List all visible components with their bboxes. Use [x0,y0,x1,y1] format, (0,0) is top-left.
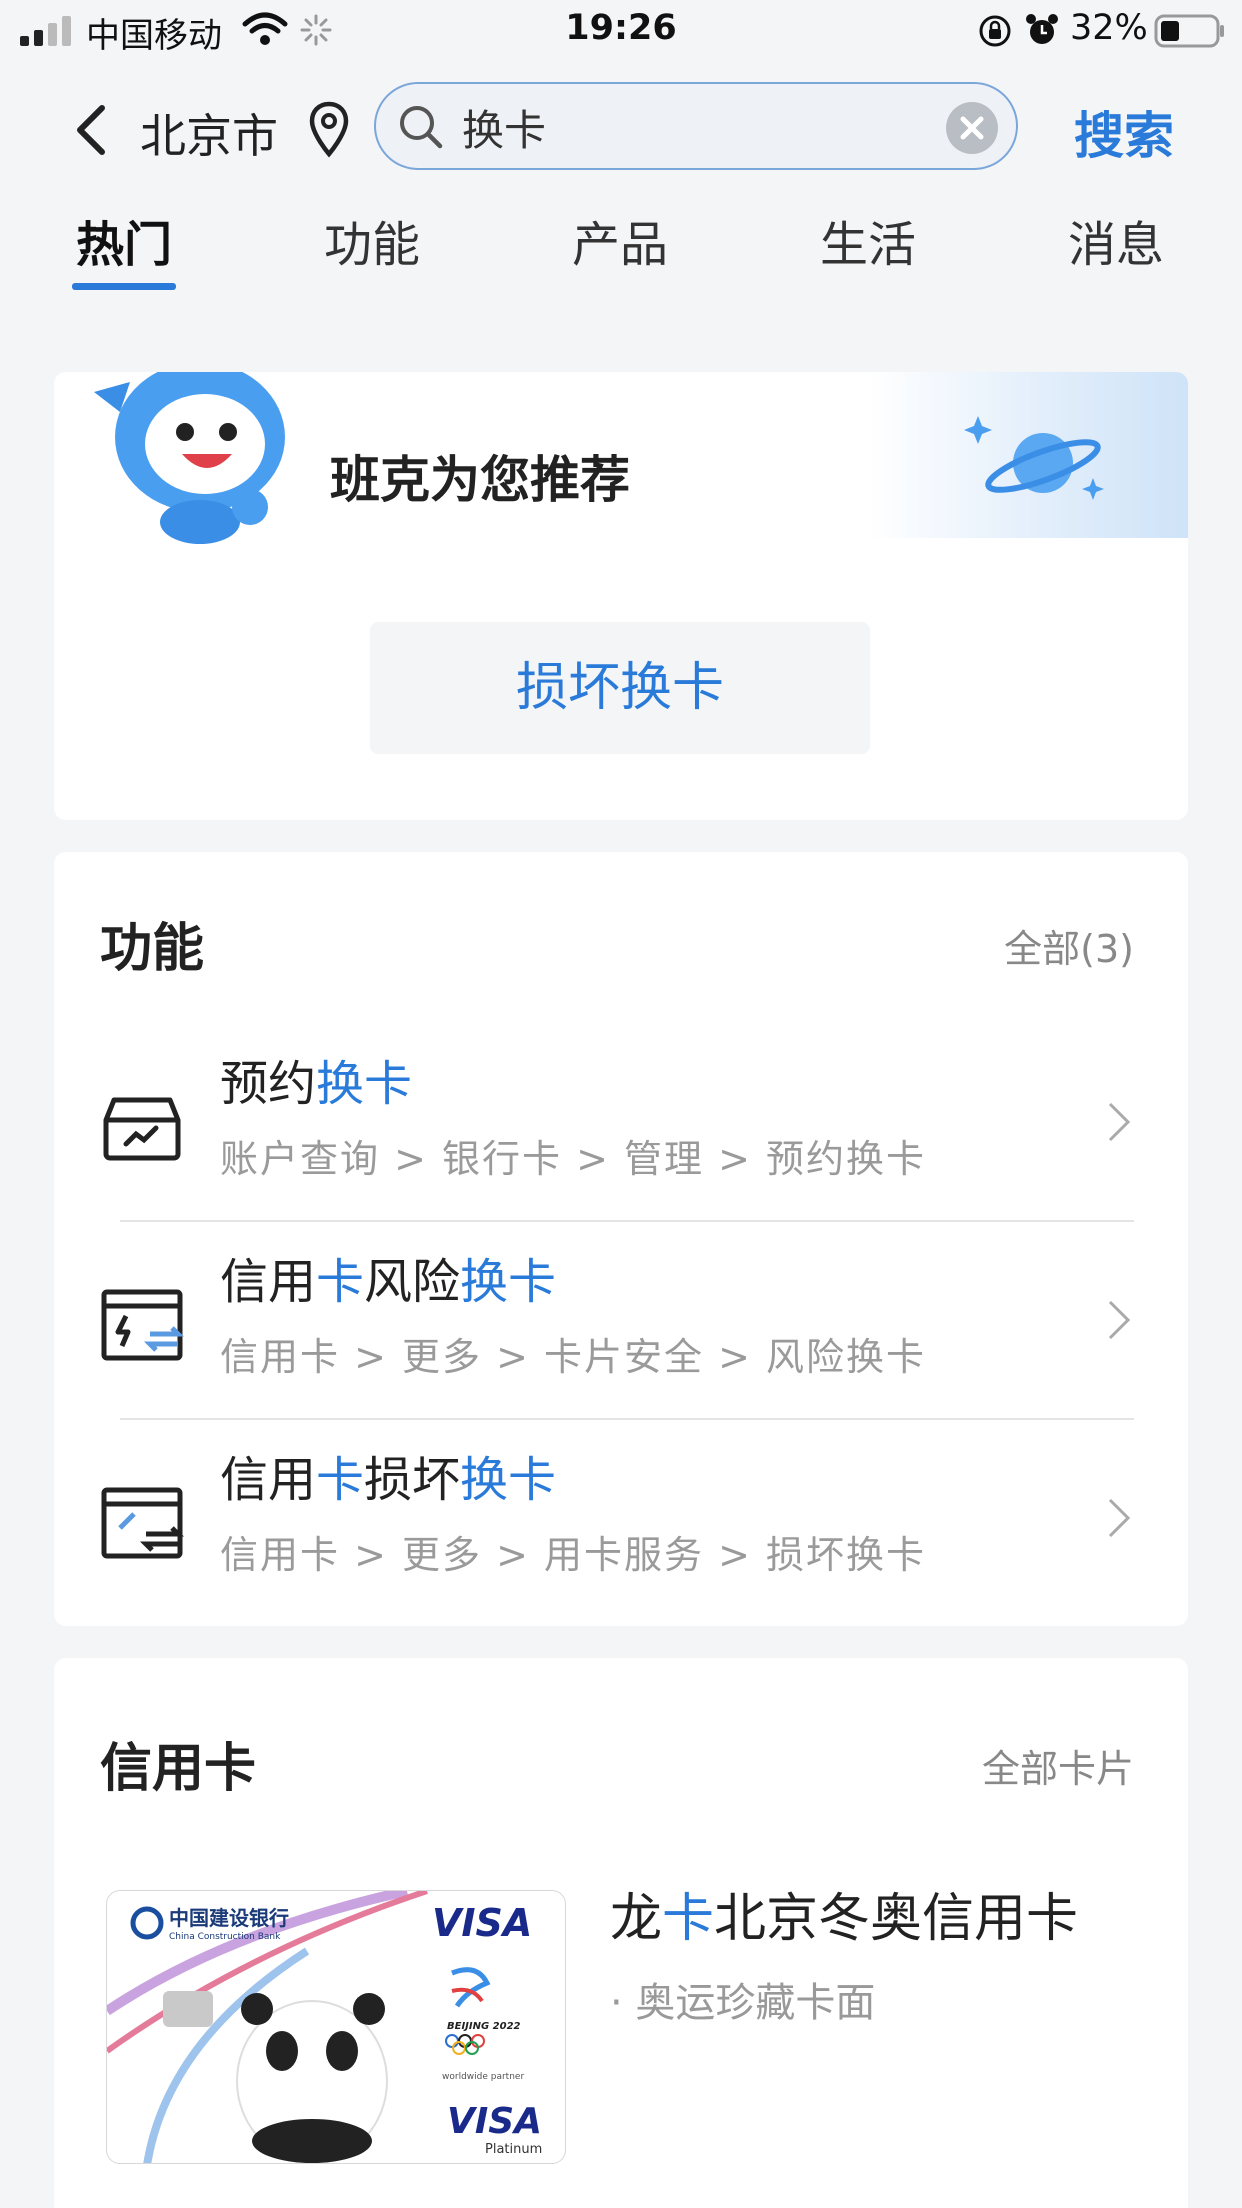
search-button[interactable]: 搜索 [1074,96,1174,168]
search-input[interactable] [462,96,902,158]
credit-card-artwork: 中国建设银行 China Construction Bank VISA BEIJ… [107,1891,542,2163]
close-icon [960,116,984,140]
function-item[interactable]: 信用卡损坏换卡 信用卡 > 更多 > 用卡服务 > 损坏换卡 [54,1420,1188,1618]
planet-icon [964,416,1104,500]
tab-hot[interactable]: 热门 [54,205,194,275]
event-label: BEIJING 2022 [447,2021,521,2032]
function-more-link[interactable]: 全部(3) [1004,918,1134,973]
alarm-icon [1026,14,1058,44]
bank-name-en: China Construction Bank [169,1932,281,1942]
function-item-title: 信用卡风险换卡 [220,1254,557,1310]
credit-more-link[interactable]: 全部卡片 [982,1738,1134,1793]
function-item[interactable]: 预约换卡 账户查询 > 银行卡 > 管理 > 预约换卡 [54,1024,1188,1222]
category-tabs: 热门 功能 产品 生活 消息 [0,205,1242,295]
bank-name-cn: 中国建设银行 [169,1906,289,1930]
status-bar: 中国移动 19:26 32% [0,0,1242,62]
tab-message[interactable]: 消息 [1046,205,1186,275]
function-card: 功能 全部(3) 预约换卡 账户查询 > 银行卡 > 管理 > 预约换卡 信用卡… [54,852,1188,1626]
credit-card-section: 信用卡 全部卡片 中国建设银行 China Construction Bank … [54,1658,1188,2208]
credit-card-image[interactable]: 中国建设银行 China Construction Bank VISA BEIJ… [106,1890,566,2164]
active-tab-indicator [72,283,176,290]
function-item-path: 信用卡 > 更多 > 卡片安全 > 风险换卡 [220,1335,926,1379]
credit-section-title: 信用卡 [100,1739,257,1799]
rotation-lock-icon [979,15,1011,47]
card-tier: Platinum [485,2142,542,2157]
damage-swap-icon [101,1487,184,1559]
chevron-right-icon [1108,1102,1131,1142]
visa-logo-bottom: VISA [447,2101,542,2142]
card-box-icon [103,1097,181,1161]
function-item-title: 信用卡损坏换卡 [220,1452,557,1508]
function-section-title: 功能 [100,919,205,979]
city-selector[interactable]: 北京市 [140,100,278,166]
search-box[interactable] [374,82,1018,170]
function-item-path: 账户查询 > 银行卡 > 管理 > 预约换卡 [220,1137,926,1181]
tab-product[interactable]: 产品 [550,205,690,275]
risk-swap-icon [101,1289,184,1361]
mascot-icon [94,372,285,544]
credit-card-feature: · 奥运珍藏卡面 [610,1980,876,2026]
recommend-chip[interactable]: 损坏换卡 [370,622,870,754]
recommend-card: 班克为您推荐 损坏换卡 [54,372,1188,820]
partner-label: worldwide partner [442,2072,524,2082]
recommend-title: 班克为您推荐 [330,451,630,509]
chevron-right-icon [1108,1300,1131,1340]
credit-card-name[interactable]: 龙卡北京冬奥信用卡 [610,1876,1078,1951]
clear-button[interactable] [946,102,998,154]
function-item-title: 预约换卡 [220,1056,413,1112]
battery-percent: 32% [1070,8,1148,48]
function-item[interactable]: 信用卡风险换卡 信用卡 > 更多 > 卡片安全 > 风险换卡 [54,1222,1188,1420]
search-icon [400,106,443,149]
battery-icon [1154,14,1224,48]
tab-function[interactable]: 功能 [302,205,442,275]
function-item-path: 信用卡 > 更多 > 用卡服务 > 损坏换卡 [220,1533,926,1577]
visa-logo-top: VISA [432,1901,532,1945]
back-button[interactable] [70,100,114,160]
search-header: 北京市 搜索 [0,62,1242,192]
tab-life[interactable]: 生活 [798,205,938,275]
chevron-right-icon [1108,1498,1131,1538]
location-pin-icon[interactable] [308,100,350,160]
